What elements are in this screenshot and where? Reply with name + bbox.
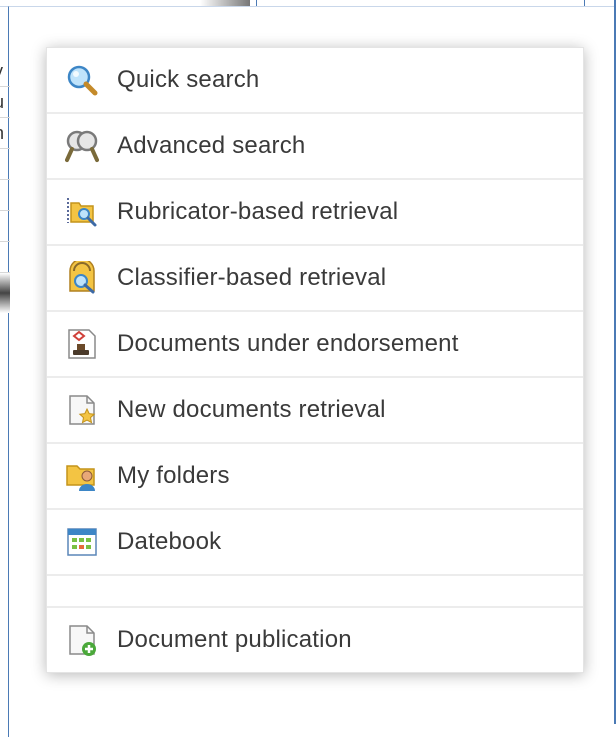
menu-item-label: New documents retrieval [117, 396, 386, 423]
background-row [0, 180, 10, 211]
background-shade [0, 273, 10, 313]
menu-item-label: Rubricator-based retrieval [117, 198, 399, 225]
menu-item-label: My folders [117, 462, 230, 489]
background-row [0, 242, 10, 273]
menu-item-label: Quick search [117, 66, 260, 93]
background-text-fragment: n [0, 118, 10, 149]
new-documents-icon [69, 395, 96, 425]
quick-search-icon [67, 65, 98, 96]
endorsement-icon [68, 329, 96, 359]
menu-item-label: Advanced search [117, 132, 306, 159]
background-text-fragment: u [0, 87, 10, 118]
search-dropdown-menu: Quick search Advanced search Rubricator-… [46, 47, 584, 673]
menu-item-rubricator-retrieval[interactable]: Rubricator-based retrieval [47, 180, 583, 246]
menu-item-my-folders[interactable]: My folders [47, 444, 583, 510]
menu-item-label: Document publication [117, 626, 352, 653]
menu-item-document-publication[interactable]: Document publication [47, 608, 583, 672]
menu-separator [47, 576, 583, 608]
rubricator-icon [67, 198, 97, 227]
document-publication-icon [69, 625, 96, 656]
menu-item-label: Documents under endorsement [117, 330, 459, 357]
background-row [0, 149, 10, 180]
menu-item-datebook[interactable]: Datebook [47, 510, 583, 576]
menu-item-label: Classifier-based retrieval [117, 264, 387, 291]
menu-item-new-documents-retrieval[interactable]: New documents retrieval [47, 378, 583, 444]
menu-item-classifier-retrieval[interactable]: Classifier-based retrieval [47, 246, 583, 312]
menu-item-documents-under-endorsement[interactable]: Documents under endorsement [47, 312, 583, 378]
menu-item-label: Datebook [117, 528, 222, 555]
datebook-icon [67, 528, 97, 556]
classifier-icon [69, 261, 95, 294]
background-left-column: y u n [0, 56, 10, 426]
background-text-fragment: y [0, 56, 10, 87]
my-folders-icon [66, 465, 95, 491]
menu-item-quick-search[interactable]: Quick search [47, 48, 583, 114]
advanced-search-icon [65, 130, 99, 162]
menu-item-advanced-search[interactable]: Advanced search [47, 114, 583, 180]
background-row [0, 211, 10, 242]
